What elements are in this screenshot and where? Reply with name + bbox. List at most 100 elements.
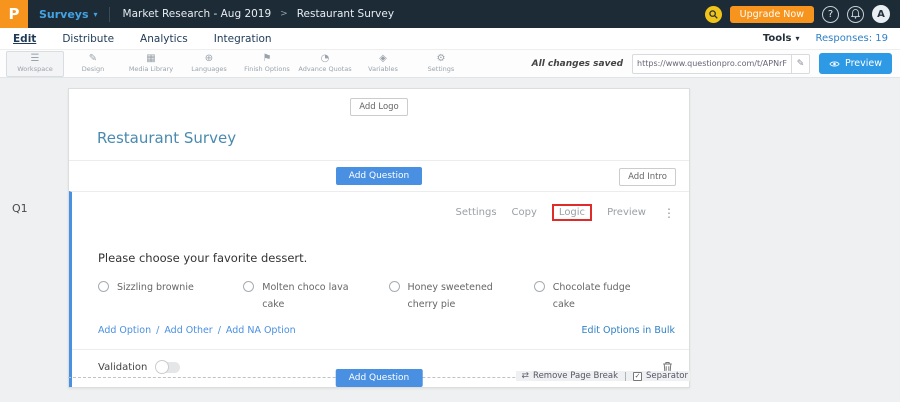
toolbar-item-variables[interactable]: ◈ Variables (354, 51, 412, 77)
toolbar-item-advance-quotas[interactable]: ◔ Advance Quotas (296, 51, 354, 77)
toolbar-item-label: Languages (191, 65, 226, 73)
eye-icon (829, 60, 840, 68)
question-number-label: Q1 (12, 202, 28, 215)
add-na-option-link[interactable]: Add NA Option (226, 325, 296, 336)
survey-url-input[interactable] (633, 59, 791, 68)
toolbar-item-media-library[interactable]: ▦ Media Library (122, 51, 180, 77)
question-block: Settings Copy Logic Preview ⋮ Please cho… (69, 191, 689, 387)
breadcrumb-survey[interactable]: Restaurant Survey (297, 8, 394, 20)
preview-button[interactable]: Preview (819, 53, 892, 74)
tab-integration[interactable]: Integration (201, 33, 285, 45)
question-copy-link[interactable]: Copy (512, 207, 537, 218)
toolbar-item-settings[interactable]: ⚙ Settings (412, 51, 470, 77)
divider (625, 372, 626, 381)
preview-button-label: Preview (845, 58, 882, 69)
radio-button[interactable] (243, 281, 254, 292)
option-label: Sizzling brownie (117, 280, 217, 313)
answer-option[interactable]: Sizzling brownie (98, 280, 243, 313)
logo-row: Add Logo (69, 89, 689, 116)
answer-options: Sizzling brownie Molten choco lava cake … (72, 265, 689, 313)
toolbar-item-label: Media Library (129, 65, 173, 73)
add-logo-button[interactable]: Add Logo (350, 98, 408, 116)
chevron-down-icon: ▾ (94, 10, 98, 19)
tools-menu[interactable]: Tools ▾ (763, 33, 800, 44)
link-separator: / (218, 325, 221, 336)
languages-icon: ⊕ (205, 54, 213, 64)
page-break-controls: ⇄ Remove Page Break ✓ Separator (516, 371, 691, 381)
add-question-button[interactable]: Add Question (336, 167, 423, 185)
finish-options-icon: ⚑ (263, 54, 272, 64)
question-settings-link[interactable]: Settings (456, 207, 497, 218)
separator-label: Separator (646, 371, 688, 381)
toolbar-right: All changes saved ✎ Preview (532, 53, 900, 74)
radio-button[interactable] (389, 281, 400, 292)
toolbar-item-design[interactable]: ✎ Design (64, 51, 122, 77)
survey-url-box: ✎ (632, 54, 810, 74)
toolbar-item-languages[interactable]: ⊕ Languages (180, 51, 238, 77)
surveys-menu-label: Surveys (39, 8, 89, 21)
save-status: All changes saved (532, 59, 623, 69)
answer-option[interactable]: Chocolate fudge cake (534, 280, 679, 313)
separator-checkbox[interactable]: ✓ (633, 372, 642, 381)
check-icon: ✓ (635, 372, 641, 380)
survey-title[interactable]: Restaurant Survey (69, 116, 689, 160)
editor-toolbar: ☰ Workspace ✎ Design ▦ Media Library ⊕ L… (0, 49, 900, 78)
intro-row: Add Question Add Intro (69, 161, 689, 191)
link-separator: / (156, 325, 159, 336)
question-preview-link[interactable]: Preview (607, 207, 646, 218)
questionpro-logo[interactable]: P (0, 0, 28, 28)
add-other-link[interactable]: Add Other (164, 325, 212, 336)
top-navigation-bar: P Surveys ▾ Market Research - Aug 2019 >… (0, 0, 900, 28)
gear-icon: ⚙ (437, 54, 446, 64)
toolbar-item-label: Workspace (17, 65, 53, 73)
surveys-menu[interactable]: Surveys ▾ (39, 8, 98, 21)
bell-icon (851, 9, 860, 19)
user-avatar[interactable]: A (872, 5, 890, 23)
remove-page-break-icon: ⇄ (522, 371, 530, 381)
option-label: Molten choco lava cake (262, 280, 362, 313)
responses-link[interactable]: Responses: 19 (815, 33, 888, 44)
add-question-button-bottom[interactable]: Add Question (336, 369, 423, 387)
questionpro-survey-editor: P Surveys ▾ Market Research - Aug 2019 >… (0, 0, 900, 402)
toolbar-item-finish-options[interactable]: ⚑ Finish Options (238, 51, 296, 77)
edit-url-button[interactable]: ✎ (791, 55, 809, 73)
notifications-button[interactable] (847, 6, 864, 23)
question-actions: Settings Copy Logic Preview ⋮ (72, 192, 689, 221)
separator-toggle[interactable]: ✓ Separator (633, 371, 688, 381)
toolbar-item-label: Finish Options (244, 65, 290, 73)
remove-page-break-link[interactable]: ⇄ Remove Page Break (522, 371, 619, 381)
toolbar-item-workspace[interactable]: ☰ Workspace (6, 51, 64, 77)
breadcrumb-folder[interactable]: Market Research - Aug 2019 (123, 8, 272, 20)
workspace-icon: ☰ (31, 54, 40, 64)
remove-page-break-label: Remove Page Break (533, 371, 618, 381)
help-button[interactable]: ? (822, 6, 839, 23)
variables-icon: ◈ (379, 54, 387, 64)
search-button[interactable] (705, 6, 722, 23)
answer-option[interactable]: Molten choco lava cake (243, 280, 388, 313)
option-links-row: Add Option / Add Other / Add NA Option E… (72, 313, 689, 349)
survey-card: Add Logo Restaurant Survey Add Question … (68, 88, 690, 388)
question-logic-link[interactable]: Logic (552, 204, 592, 221)
option-label: Honey sweetened cherry pie (408, 280, 508, 313)
pencil-icon: ✎ (797, 59, 805, 69)
option-links: Add Option / Add Other / Add NA Option (98, 325, 296, 336)
edit-options-in-bulk-link[interactable]: Edit Options in Bulk (582, 325, 675, 336)
help-icon: ? (828, 9, 833, 20)
breadcrumb: Market Research - Aug 2019 > Restaurant … (123, 8, 395, 20)
chevron-down-icon: ▾ (795, 34, 799, 43)
radio-button[interactable] (534, 281, 545, 292)
divider (109, 7, 110, 22)
upgrade-now-button[interactable]: Upgrade Now (730, 6, 814, 23)
tab-edit[interactable]: Edit (0, 33, 49, 45)
answer-option[interactable]: Honey sweetened cherry pie (389, 280, 534, 313)
add-option-link[interactable]: Add Option (98, 325, 151, 336)
add-intro-button[interactable]: Add Intro (619, 168, 676, 186)
advance-quotas-icon: ◔ (321, 54, 330, 64)
radio-button[interactable] (98, 281, 109, 292)
more-options-icon[interactable]: ⋮ (663, 206, 675, 220)
question-text[interactable]: Please choose your favorite dessert. (72, 221, 689, 265)
tools-label: Tools (763, 33, 792, 44)
tab-distribute[interactable]: Distribute (49, 33, 127, 45)
tab-analytics[interactable]: Analytics (127, 33, 201, 45)
toolbar-item-label: Settings (428, 65, 455, 73)
